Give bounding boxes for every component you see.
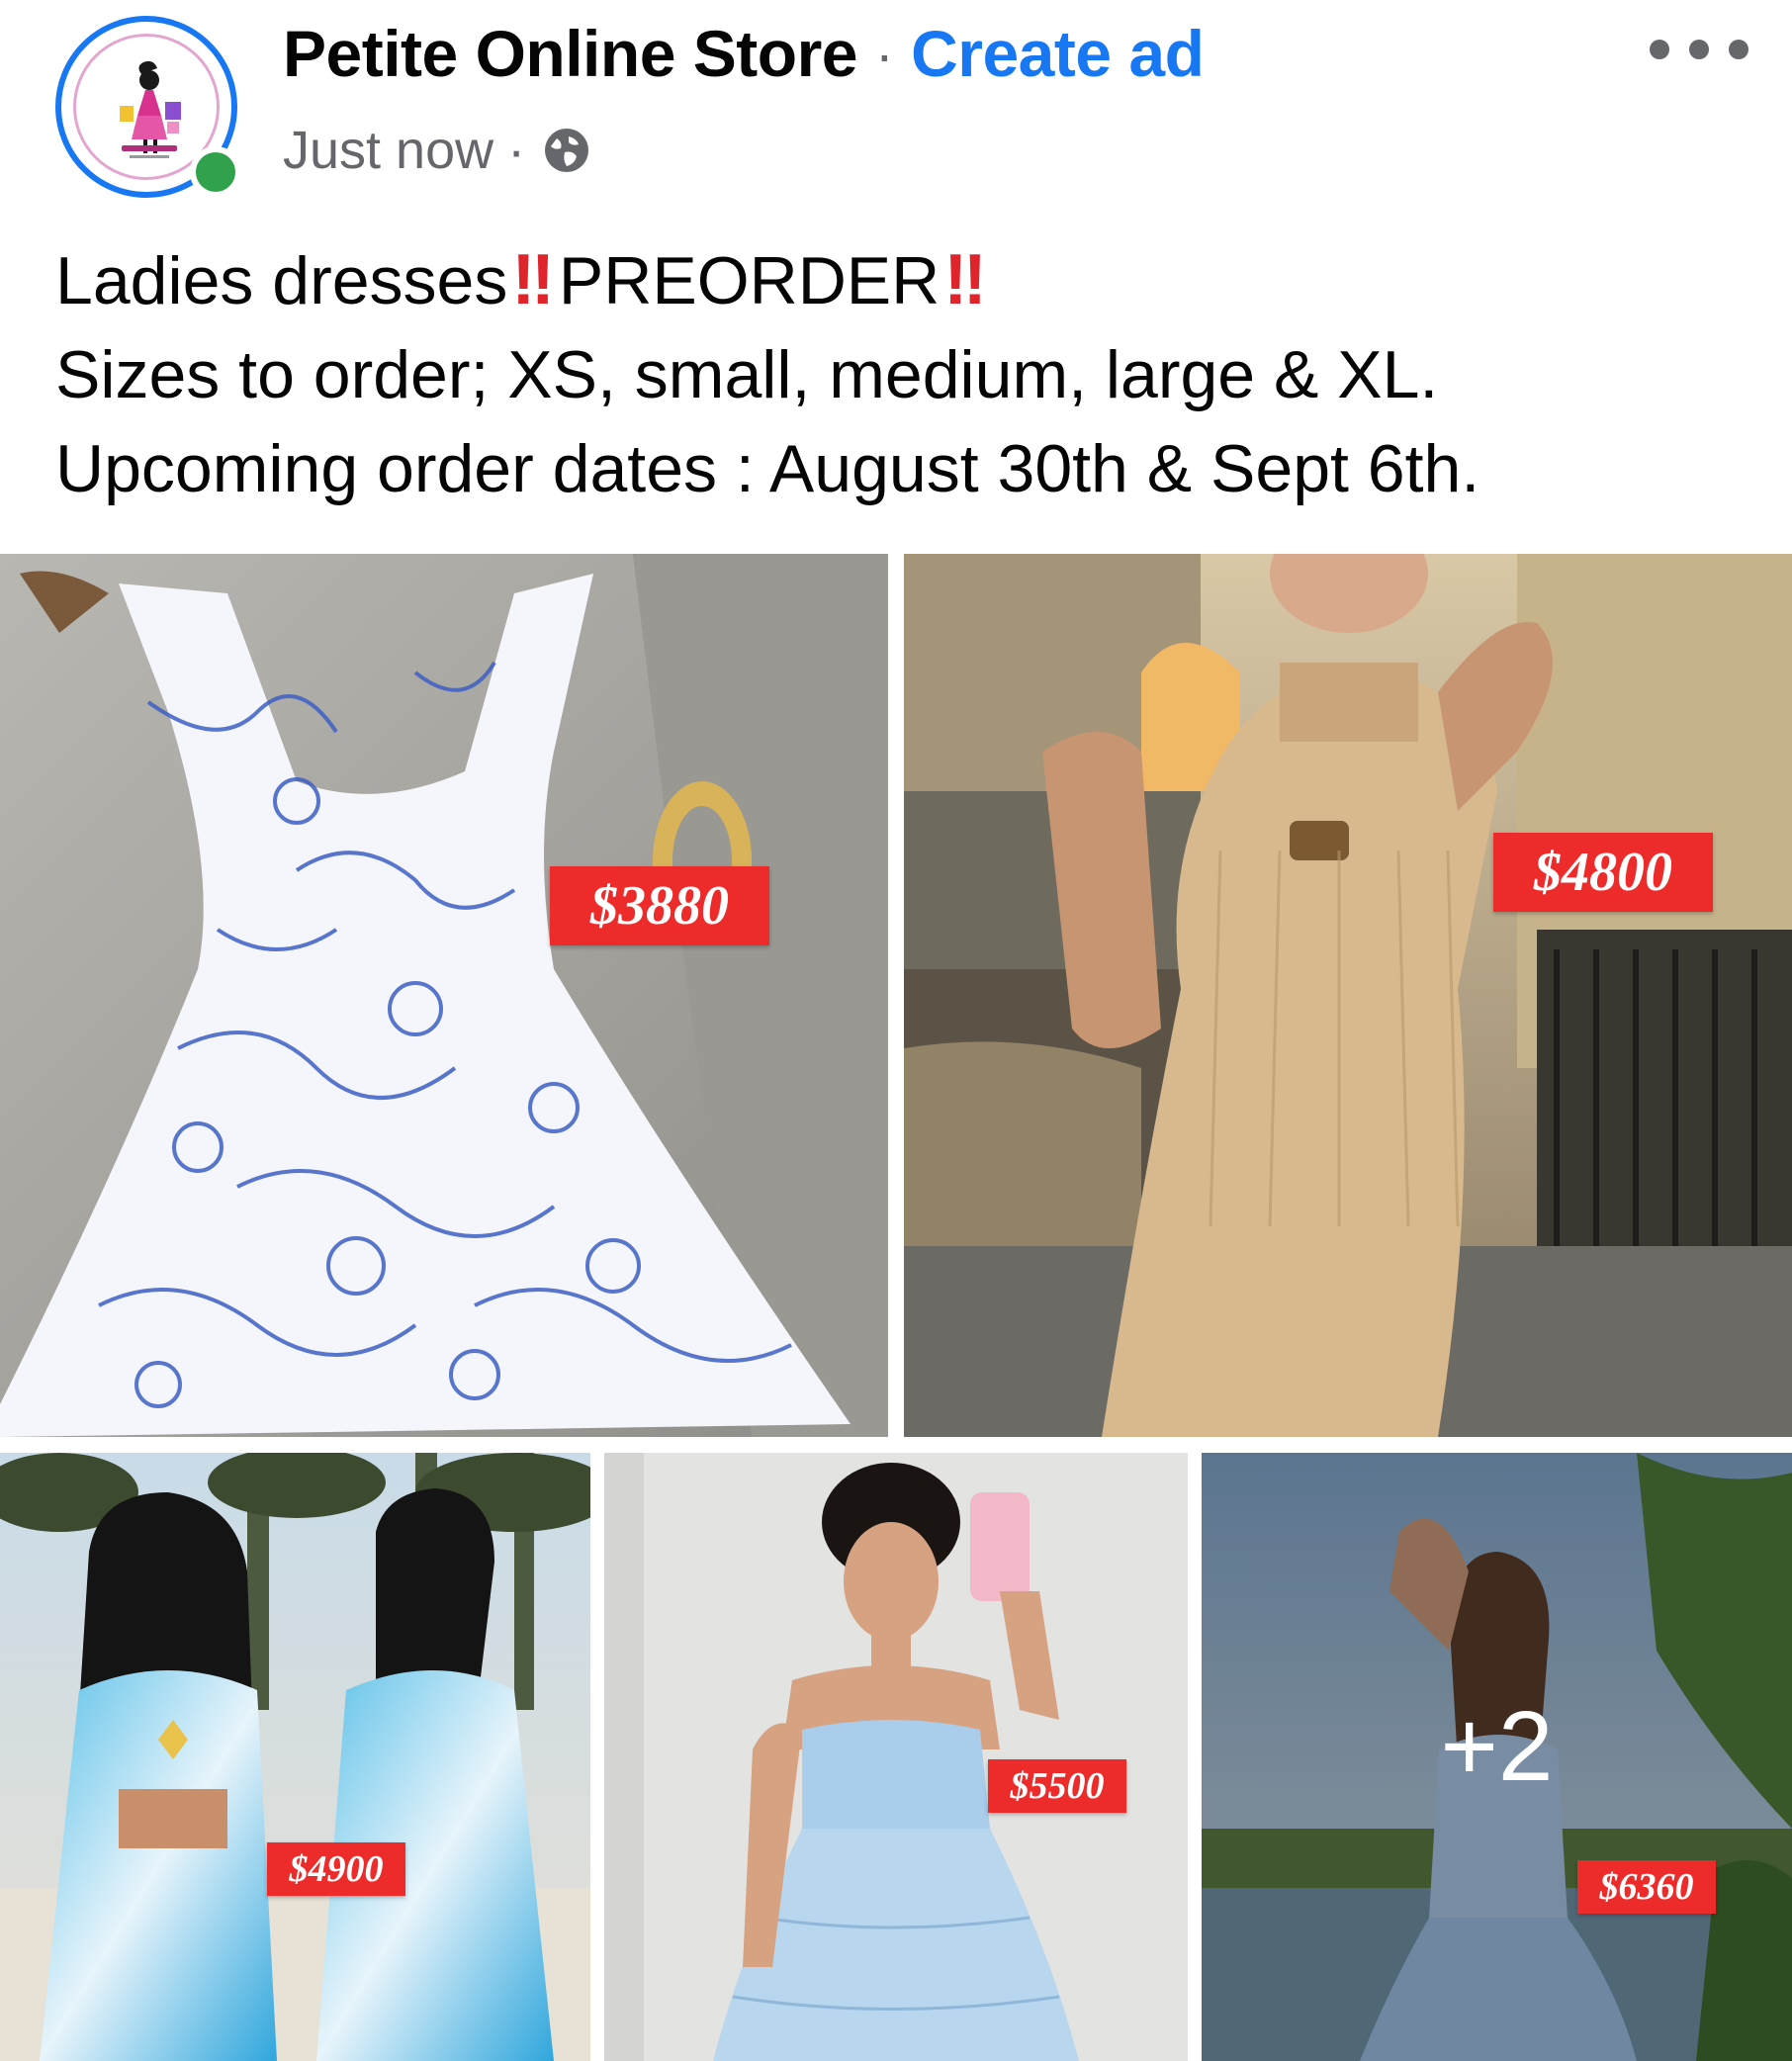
- post-header-title: Petite Online Store · Create ad: [283, 14, 1205, 93]
- photo-3[interactable]: $4900: [0, 1453, 590, 2061]
- more-options-icon[interactable]: [1650, 28, 1748, 71]
- create-ad-link[interactable]: Create ad: [911, 16, 1205, 91]
- more-dot: [1729, 40, 1748, 59]
- photo-1[interactable]: $3880: [0, 554, 888, 1437]
- post-line-3: Upcoming order dates : August 30th & Sep…: [55, 431, 1480, 506]
- post-message: Ladies dresses‼ PREORDER‼ Sizes to order;…: [55, 233, 1756, 516]
- post-text-ladies-dresses: Ladies dresses: [55, 243, 508, 318]
- photo-4[interactable]: $5500: [604, 1453, 1188, 2061]
- post-text-preorder: PREORDER: [558, 243, 941, 318]
- price-tag: $6360: [1577, 1860, 1716, 1914]
- price-tag: $4900: [267, 1842, 405, 1896]
- more-dot: [1650, 40, 1669, 59]
- more-photos-overlay[interactable]: +2: [1202, 1453, 1792, 2061]
- online-status-indicator: [190, 146, 241, 198]
- post-meta: Just now ·: [283, 115, 594, 186]
- globe-icon[interactable]: [539, 123, 594, 178]
- post-timestamp[interactable]: Just now: [283, 120, 493, 181]
- price-tag: $4800: [1493, 833, 1713, 912]
- more-dot: [1689, 40, 1709, 59]
- page-name-link[interactable]: Petite Online Store: [283, 16, 857, 91]
- price-tag: $5500: [988, 1759, 1126, 1813]
- more-photos-count: +2: [1440, 1691, 1554, 1802]
- post-line-1: Ladies dresses‼ PREORDER‼: [55, 233, 1756, 328]
- page-avatar[interactable]: [55, 16, 245, 206]
- price-tag: $3880: [550, 866, 769, 945]
- meta-separator: ·: [507, 121, 526, 180]
- photo-5[interactable]: +2 $6360: [1202, 1453, 1792, 2061]
- header-separator: ·: [874, 22, 894, 85]
- double-exclamation-emoji: ‼: [511, 240, 554, 319]
- photo-2[interactable]: $4800: [904, 554, 1792, 1437]
- double-exclamation-emoji: ‼: [943, 240, 986, 319]
- post-line-2: Sizes to order; XS, small, medium, large…: [55, 337, 1439, 412]
